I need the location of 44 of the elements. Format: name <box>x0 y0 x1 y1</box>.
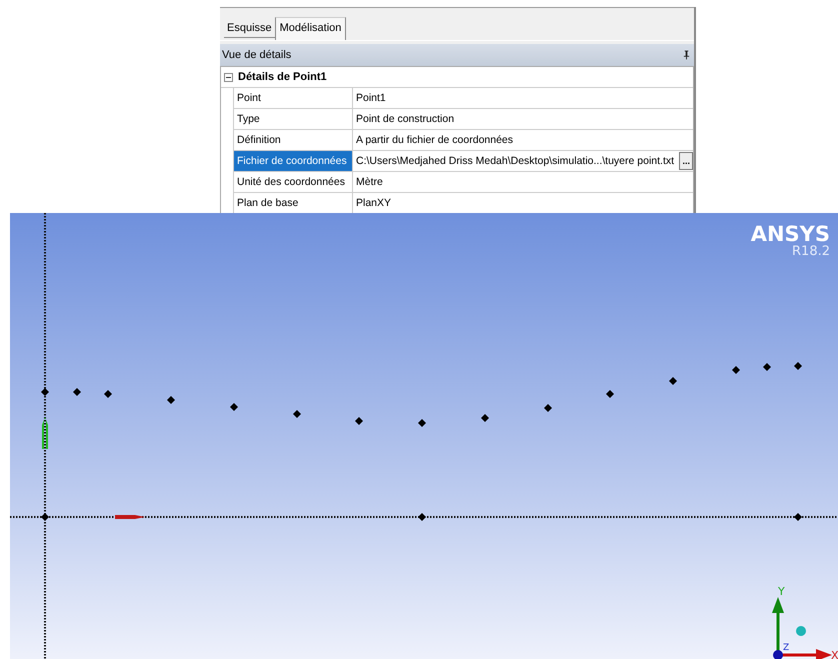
point-marker <box>355 417 363 425</box>
property-value: Point de construction <box>356 113 454 125</box>
property-label[interactable]: Unité des coordonnées <box>234 172 353 192</box>
point-marker <box>544 404 552 412</box>
property-label[interactable]: Fichier de coordonnées <box>234 151 353 171</box>
point-marker <box>167 396 175 404</box>
point-marker <box>73 388 81 396</box>
point-marker <box>41 388 49 396</box>
y-direction-arrow <box>42 417 48 449</box>
point-marker <box>794 362 802 370</box>
browse-button[interactable]: ... <box>679 152 693 170</box>
point-marker <box>669 377 677 385</box>
point-marker <box>41 513 49 521</box>
group-title: Détails de Point1 <box>238 71 327 83</box>
axis-label: X <box>831 649 838 659</box>
point-marker <box>104 390 112 398</box>
pin-icon[interactable] <box>683 50 690 60</box>
property-value: Point1 <box>356 92 386 104</box>
axis-label: Y <box>778 585 785 598</box>
collapse-toggle[interactable] <box>224 72 233 82</box>
x-direction-arrow <box>115 515 145 519</box>
property-value: PlanXY <box>356 197 392 209</box>
version-text: R18.2 <box>791 245 830 259</box>
axis-label: Z <box>783 643 790 653</box>
property-label[interactable]: Définition <box>234 130 353 150</box>
sphere-icon <box>796 626 806 636</box>
logo-text: ANSYS <box>750 223 830 245</box>
point-marker <box>606 390 614 398</box>
property-label[interactable]: Point <box>234 88 353 108</box>
point-marker <box>293 410 301 418</box>
point-marker <box>418 513 426 521</box>
property-value: A partir du fichier de coordonnées <box>356 134 514 146</box>
point-marker <box>481 414 489 422</box>
point-marker <box>763 363 771 371</box>
property-label[interactable]: Type <box>234 109 353 129</box>
property-value: Mètre <box>356 176 383 188</box>
panel-title: Vue de détails <box>222 49 292 61</box>
point-marker <box>418 419 426 427</box>
point-marker <box>794 513 802 521</box>
point-marker <box>230 403 238 411</box>
point-marker <box>732 366 740 374</box>
tab[interactable]: Modélisation <box>274 17 346 40</box>
property-value: C:\Users\Medjahed Driss Medah\Desktop\simulatio...\tuyere point.txt <box>356 155 674 167</box>
origin-icon <box>773 650 783 659</box>
